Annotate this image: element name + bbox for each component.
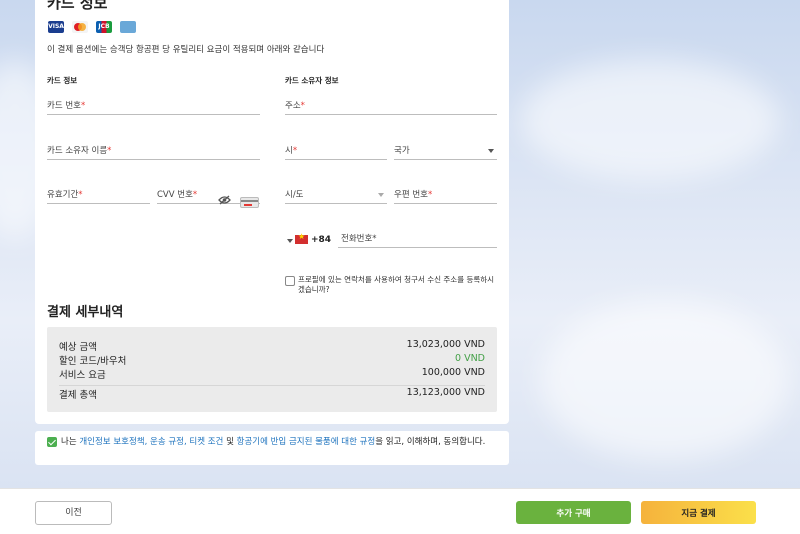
visa-icon: VISA (48, 21, 64, 33)
vietnam-flag-icon[interactable] (295, 232, 308, 244)
payment-details-title: 결제 세부내역 (47, 305, 124, 320)
amex-icon (120, 21, 136, 33)
previous-button[interactable]: 이전 (35, 501, 112, 525)
cvv-card-icon (240, 197, 259, 208)
use-profile-contact-label: 프로필에 있는 연락처를 사용하여 청구서 수신 주소를 등록하시겠습니까? (298, 275, 495, 294)
payment-summary: 예상 금액 13,023,000 VND 할인 코드/바우처 0 VND 서비스 요… (47, 327, 497, 412)
fee-notice: 이 결제 옵션에는 승객당 항공편 당 유틸리티 요금이 적용되며 아래와 같습… (47, 45, 325, 55)
add-purchase-button[interactable]: 추가 구매 (516, 501, 631, 524)
country-select[interactable]: 국가 (394, 144, 497, 160)
use-profile-contact-checkbox[interactable] (285, 276, 295, 286)
background-cloud (540, 300, 790, 460)
card-info-section-label: 카드 정보 (47, 76, 78, 85)
page-title: 카드 정보 (47, 0, 108, 12)
dial-code[interactable]: +84 (311, 235, 331, 245)
privacy-terms-link[interactable]: 개인정보 보호정책, 운송 규정, 티켓 조건 (79, 437, 223, 447)
phone-field[interactable]: 전화번호* (338, 232, 497, 248)
summary-row: 예상 금액 13,023,000 VND (59, 339, 485, 353)
state-select[interactable]: 시/도 (285, 188, 387, 204)
zip-field[interactable]: 우편 번호* (394, 188, 497, 204)
pay-now-button[interactable]: 지금 결제 (641, 501, 756, 524)
prohibited-items-link[interactable]: 항공기에 반입 금지된 물품에 대한 규정 (237, 437, 376, 447)
jcb-icon: JCB (96, 21, 112, 33)
agreement-panel: 나는 개인정보 보호정책, 운송 규정, 티켓 조건 및 항공기에 반입 금지된… (35, 431, 509, 465)
summary-row: 서비스 요금 100,000 VND (59, 367, 485, 381)
city-field[interactable]: 시* (285, 144, 387, 160)
expiry-field[interactable]: 유효기간* (47, 188, 150, 204)
address-field[interactable]: 주소* (285, 99, 497, 115)
chevron-down-icon[interactable] (287, 239, 293, 243)
card-brand-list: VISA JCB (48, 21, 136, 33)
card-number-field[interactable]: 카드 번호* (47, 99, 260, 115)
agree-terms-checkbox[interactable] (47, 437, 57, 447)
card-holder-section-label: 카드 소유자 정보 (285, 76, 339, 85)
agreement-text: 나는 개인정보 보호정책, 운송 규정, 티켓 조건 및 항공기에 반입 금지된… (61, 437, 486, 447)
footer-bar: 이전 추가 구매 지금 결제 (0, 488, 800, 534)
summary-row: 할인 코드/바우처 0 VND (59, 353, 485, 367)
summary-total-row: 결제 총액 13,123,000 VND (59, 387, 485, 401)
background-cloud (520, 60, 780, 180)
chevron-down-icon (378, 193, 384, 197)
chevron-down-icon (488, 149, 494, 153)
card-holder-name-field[interactable]: 카드 소유자 이름* (47, 144, 260, 160)
eye-off-icon[interactable] (218, 195, 231, 205)
divider (59, 385, 485, 386)
mastercard-icon (72, 21, 88, 33)
